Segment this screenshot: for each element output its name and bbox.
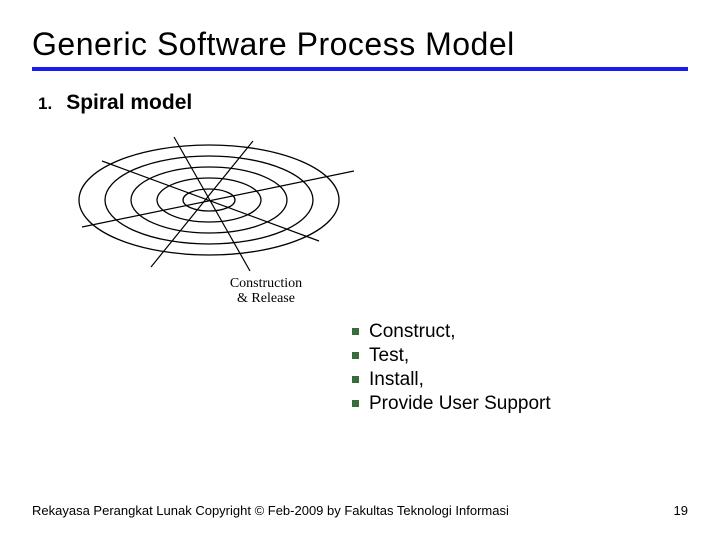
footer: Rekayasa Perangkat Lunak Copyright © Feb… [32, 503, 688, 518]
item-label: Spiral model [66, 91, 192, 115]
page-number: 19 [674, 503, 688, 518]
list-item: Test, [352, 345, 688, 367]
list-item: Provide User Support [352, 393, 688, 415]
spiral-diagram [54, 125, 688, 280]
square-bullet-icon [352, 352, 359, 359]
bullet-text: Provide User Support [369, 393, 551, 415]
title-underline [32, 67, 688, 71]
bullet-list: Construct, Test, Install, Provide User S… [352, 321, 688, 415]
list-item: Construct, [352, 321, 688, 343]
square-bullet-icon [352, 400, 359, 407]
slide-title: Generic Software Process Model [32, 26, 688, 63]
caption-line2: & Release [206, 291, 326, 306]
bullet-text: Install, [369, 369, 424, 391]
bullet-text: Test, [369, 345, 409, 367]
item-number: 1. [38, 94, 52, 114]
spiral-caption: Construction & Release [206, 276, 326, 307]
spiral-icon [54, 125, 354, 275]
list-item: Install, [352, 369, 688, 391]
bullet-text: Construct, [369, 321, 456, 343]
footer-text: Rekayasa Perangkat Lunak Copyright © Feb… [32, 503, 509, 518]
numbered-item: 1. Spiral model [38, 91, 688, 115]
square-bullet-icon [352, 376, 359, 383]
square-bullet-icon [352, 328, 359, 335]
